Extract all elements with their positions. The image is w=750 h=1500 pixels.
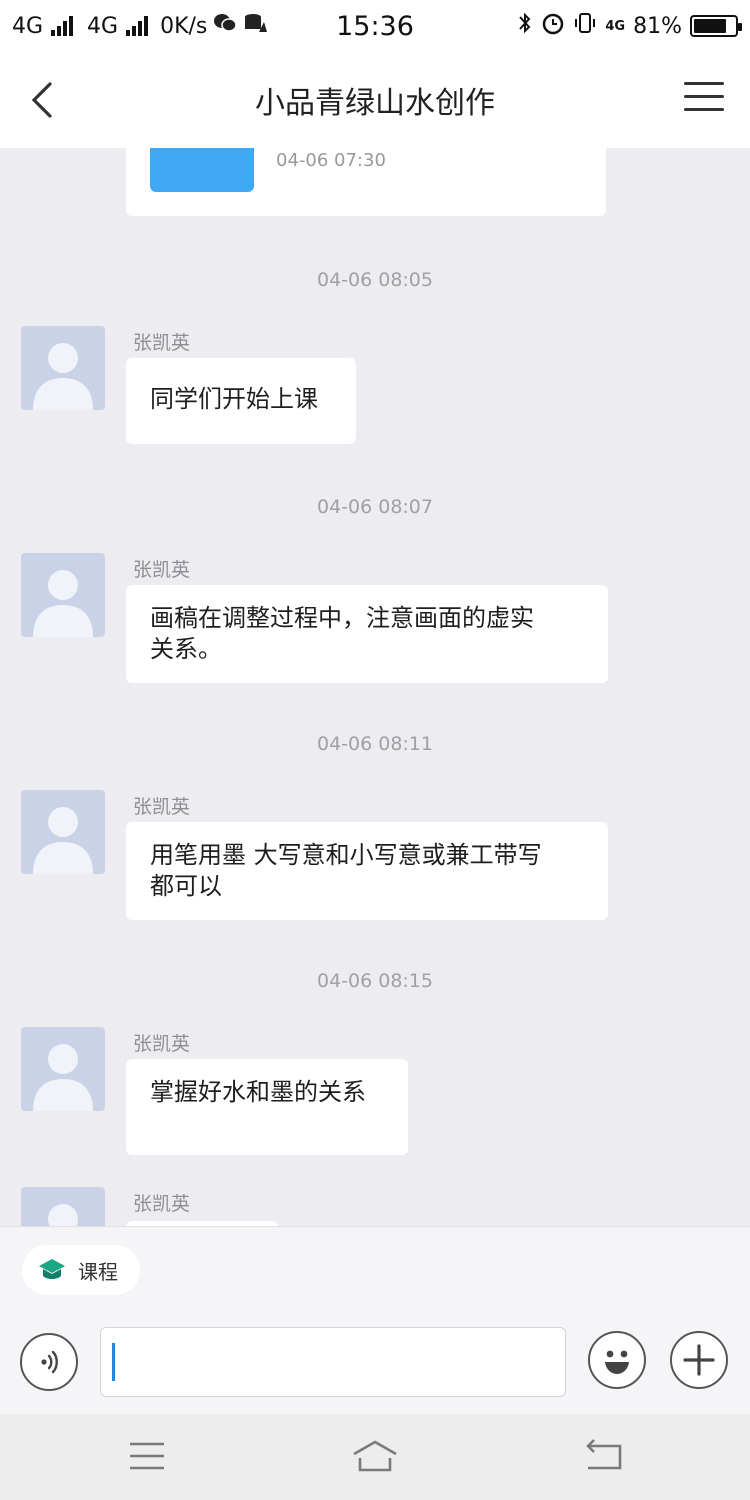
sender-name: 张凯英: [133, 796, 191, 818]
hamburger-menu-icon: [684, 82, 724, 85]
message-timestamp: 04-06 08:11: [316, 733, 433, 755]
plus-button[interactable]: [670, 1331, 728, 1389]
hamburger-menu-icon: [684, 95, 724, 98]
status-left: 4G 4G 0K/s: [12, 12, 268, 40]
message-bubble[interactable]: 掌握好水和墨的关系: [126, 1059, 408, 1155]
message-bubble[interactable]: 同学们开始上课: [126, 358, 356, 444]
plus-icon: [683, 1344, 715, 1376]
message-text: 同学们开始上课: [150, 385, 318, 413]
checkin-thumbnail: 签到: [150, 148, 254, 192]
message-text-line: 都可以: [150, 872, 222, 900]
network-label-3: 4G: [605, 18, 626, 34]
message-text-line: 关系。: [150, 635, 222, 663]
home-icon: [353, 1440, 397, 1472]
chevron-left-icon: [31, 82, 52, 118]
default-avatar-icon: [48, 1204, 78, 1226]
avatar[interactable]: [21, 1187, 105, 1226]
default-avatar-icon: [33, 570, 93, 637]
message-timestamp: 04-06 08:15: [316, 970, 433, 992]
course-button[interactable]: 课程: [22, 1245, 140, 1295]
chat-list[interactable]: 签到 04-06 07:30 04-06 08:05 张凯英 同学们开始上课 0…: [0, 148, 750, 1226]
wechat-icon: [213, 12, 238, 40]
battery-fill: [694, 19, 727, 33]
sender-name: 张凯英: [133, 1193, 191, 1215]
checkin-card[interactable]: 签到 04-06 07:30: [126, 148, 606, 216]
card-time: 04-06 07:30: [276, 150, 386, 171]
default-avatar-icon: [33, 343, 93, 410]
hamburger-menu-icon: [684, 108, 724, 111]
battery-icon: [690, 15, 742, 37]
graduation-cap-icon: [39, 1259, 65, 1279]
composer-bar: 课程: [0, 1226, 750, 1414]
emoji-button[interactable]: [588, 1331, 646, 1389]
nav-home-button[interactable]: [350, 1434, 400, 1478]
status-right: 4G 81%: [517, 11, 742, 41]
course-label: 课程: [78, 1259, 118, 1284]
message-text: 掌握好水和墨的关系: [150, 1078, 366, 1106]
message-input[interactable]: [100, 1327, 566, 1397]
battery-percent: 81%: [633, 13, 682, 39]
default-avatar-icon: [33, 807, 93, 874]
smiley-icon: [605, 1350, 629, 1374]
sender-name: 张凯英: [133, 332, 191, 354]
data-warning-icon: [243, 12, 268, 40]
message-bubble[interactable]: 用笔用墨 大写意和小写意或兼工带写 都可以: [126, 822, 608, 920]
hamburger-menu-icon: [130, 1442, 164, 1470]
vibrate-icon: [573, 11, 597, 41]
network-label-2: 4G: [87, 13, 119, 39]
voice-icon: [41, 1350, 58, 1374]
message-bubble[interactable]: 画稿在调整过程中，注意画面的虚实 关系。: [126, 585, 608, 683]
nav-menu-button[interactable]: [122, 1434, 172, 1478]
voice-button[interactable]: [20, 1333, 78, 1391]
status-bar: 4G 4G 0K/s 15:36 4G 81%: [0, 0, 750, 52]
default-avatar-icon: [33, 1044, 93, 1111]
chat-header: 小品青绿山水创作: [0, 52, 750, 148]
bluetooth-icon: [517, 11, 533, 41]
message-text-line: 画稿在调整过程中，注意画面的虚实: [150, 604, 534, 632]
back-button[interactable]: [22, 78, 66, 122]
page-title: 小品青绿山水创作: [255, 86, 495, 121]
system-nav-bar: [0, 1414, 750, 1500]
avatar[interactable]: [21, 1027, 105, 1111]
message-text-line: 用笔用墨 大写意和小写意或兼工带写: [150, 841, 542, 869]
return-icon: [586, 1439, 622, 1470]
text-cursor: [112, 1343, 115, 1381]
nav-back-button[interactable]: [578, 1434, 628, 1478]
avatar[interactable]: [21, 326, 105, 410]
avatar[interactable]: [21, 553, 105, 637]
menu-button[interactable]: [684, 82, 724, 118]
sender-name: 张凯英: [133, 1033, 191, 1055]
message-timestamp: 04-06 08:07: [316, 496, 433, 518]
signal-icon: [51, 16, 74, 36]
network-label-1: 4G: [12, 13, 44, 39]
message-timestamp: 04-06 08:05: [316, 269, 433, 291]
signal-icon-2: [126, 16, 149, 36]
avatar[interactable]: [21, 790, 105, 874]
sender-name: 张凯英: [133, 559, 191, 581]
network-speed: 0K/s: [160, 13, 208, 39]
alarm-icon: [541, 11, 565, 41]
